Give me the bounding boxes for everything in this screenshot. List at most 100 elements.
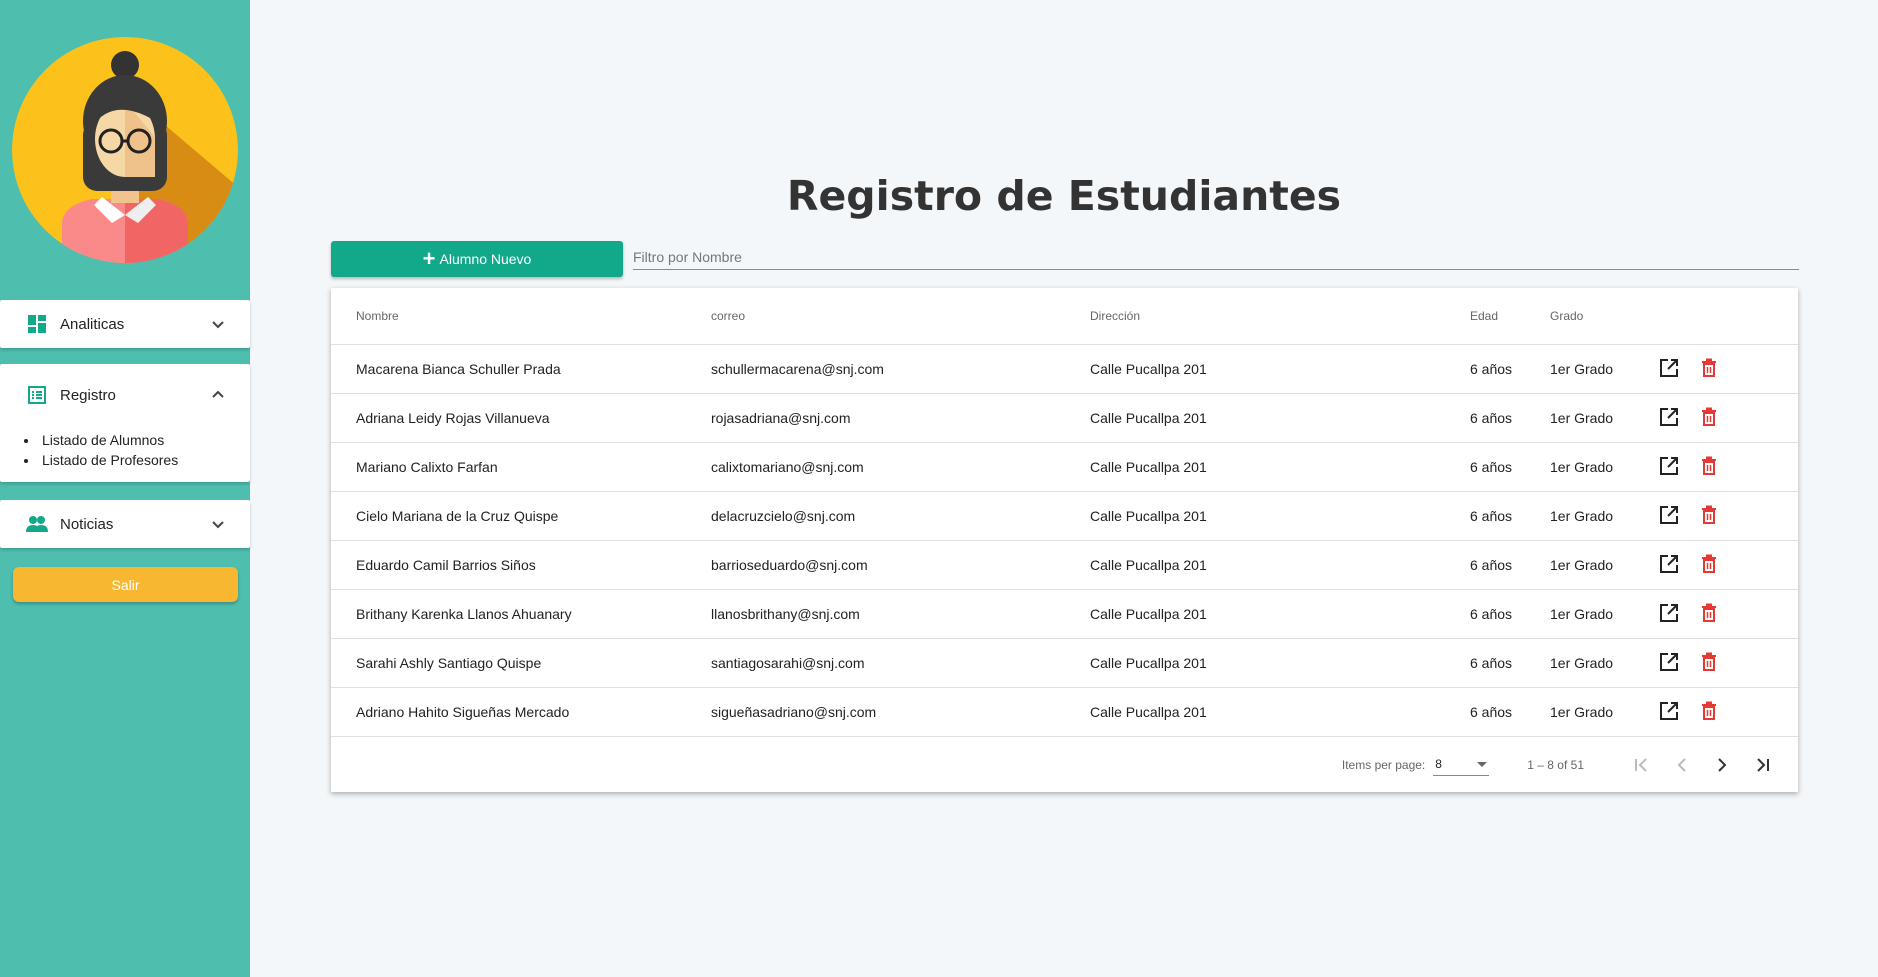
table-row[interactable]: Macarena Bianca Schuller Prada schullerma… [331,344,1798,394]
student-name: Mariano Calixto Farfan [331,442,711,492]
student-name: Adriano Hahito Sigueñas Mercado [331,687,711,737]
column-header-nombre: Nombre [331,288,711,345]
row-actions [1657,442,1798,492]
last-page-icon [1757,757,1769,772]
student-grade: 1er Grado [1550,393,1657,443]
student-address: Calle Pucallpa 201 [1090,393,1470,443]
student-age: 6 años [1470,540,1550,590]
last-page-button[interactable] [1742,745,1782,785]
student-name: Eduardo Camil Barrios Siños [331,540,711,590]
student-email: rojasadriana@snj.com [711,393,1090,443]
actions-group [1657,552,1721,576]
actions-group [1657,405,1721,429]
delete-icon[interactable] [1697,552,1721,576]
page-title: Registro de Estudiantes [786,172,1342,220]
actions-group [1657,699,1721,723]
list-alt-icon [26,384,48,406]
open-in-new-icon[interactable] [1657,552,1681,576]
column-header-grado: Grado [1550,288,1657,345]
delete-icon[interactable] [1697,454,1721,478]
table-row[interactable]: Brithany Karenka Llanos Ahuanary llanosbr… [331,589,1798,639]
table-row[interactable]: Adriana Leidy Rojas Villanueva rojasadria… [331,393,1798,443]
student-name: Brithany Karenka Llanos Ahuanary [331,589,711,639]
chevron-down-icon [210,516,226,532]
chevron-left-icon [1677,757,1686,772]
student-address: Calle Pucallpa 201 [1090,344,1470,394]
sidebar-section-analiticas[interactable]: Analiticas [0,300,250,348]
actions-group [1657,454,1721,478]
analiticas-header[interactable]: Analiticas [0,300,250,348]
open-in-new-icon[interactable] [1657,650,1681,674]
open-in-new-icon[interactable] [1657,601,1681,625]
open-in-new-icon[interactable] [1657,405,1681,429]
student-age: 6 años [1470,491,1550,541]
open-in-new-icon[interactable] [1657,699,1681,723]
student-age: 6 años [1470,442,1550,492]
student-age: 6 años [1470,687,1550,737]
student-address: Calle Pucallpa 201 [1090,540,1470,590]
student-address: Calle Pucallpa 201 [1090,638,1470,688]
student-grade: 1er Grado [1550,540,1657,590]
add-student-label: Alumno Nuevo [439,251,532,267]
table-row[interactable]: Eduardo Camil Barrios Siños barrioseduard… [331,540,1798,590]
student-address: Calle Pucallpa 201 [1090,589,1470,639]
student-email: sigueñasadriano@snj.com [711,687,1090,737]
chevron-right-icon [1718,757,1727,772]
items-per-page-select[interactable]: 8 [1433,754,1490,776]
open-in-new-icon[interactable] [1657,454,1681,478]
student-email: santiagosarahi@snj.com [711,638,1090,688]
student-name: Sarahi Ashly Santiago Quispe [331,638,711,688]
table-header-row: Nombre correo Dirección Edad Grado [331,288,1798,345]
registro-label: Registro [60,386,116,404]
actions-group [1657,356,1721,380]
delete-icon[interactable] [1697,650,1721,674]
registro-header[interactable]: Registro [0,364,250,426]
menu-item-listado-alumnos[interactable]: Listado de Alumnos [24,430,250,450]
sidebar-section-noticias[interactable]: Noticias [0,500,250,548]
students-table-card: Nombre correo Dirección Edad Grado Macar… [331,288,1798,792]
first-page-button[interactable] [1622,745,1662,785]
plus-icon: + [422,246,436,271]
student-age: 6 años [1470,344,1550,394]
delete-icon[interactable] [1697,601,1721,625]
delete-icon[interactable] [1697,699,1721,723]
next-page-button[interactable] [1702,745,1742,785]
student-address: Calle Pucallpa 201 [1090,687,1470,737]
user-avatar [12,37,238,263]
column-header-correo: correo [711,288,1090,345]
people-icon [26,513,48,535]
noticias-header[interactable]: Noticias [0,500,250,548]
student-grade: 1er Grado [1550,344,1657,394]
exit-button[interactable]: Salir [13,567,238,602]
table-row[interactable]: Cielo Mariana de la Cruz Quispe delacruzc… [331,491,1798,541]
delete-icon[interactable] [1697,356,1721,380]
open-in-new-icon[interactable] [1657,356,1681,380]
actions-group [1657,650,1721,674]
items-per-page-label: Items per page: [1341,757,1426,772]
row-actions [1657,540,1798,590]
student-email: llanosbrithany@snj.com [711,589,1090,639]
column-header-edad: Edad [1470,288,1550,345]
name-filter-input[interactable] [633,244,1799,270]
sidebar-section-registro[interactable]: Registro Listado de Alumnos Listado de P… [0,364,250,482]
open-in-new-icon[interactable] [1657,503,1681,527]
actions-group [1657,601,1721,625]
delete-icon[interactable] [1697,405,1721,429]
delete-icon[interactable] [1697,503,1721,527]
student-grade: 1er Grado [1550,687,1657,737]
add-student-button[interactable]: + Alumno Nuevo [331,241,623,277]
menu-item-listado-profesores[interactable]: Listado de Profesores [24,450,250,470]
student-email: schullermacarena@snj.com [711,344,1090,394]
student-name: Macarena Bianca Schuller Prada [331,344,711,394]
previous-page-button[interactable] [1662,745,1702,785]
student-email: barrioseduardo@snj.com [711,540,1090,590]
paginator: Items per page: 8 1 – 8 of 51 [331,737,1798,792]
student-address: Calle Pucallpa 201 [1090,491,1470,541]
table-row[interactable]: Sarahi Ashly Santiago Quispe santiagosara… [331,638,1798,688]
student-age: 6 años [1470,393,1550,443]
row-actions [1657,589,1798,639]
table-row[interactable]: Mariano Calixto Farfan calixtomariano@snj… [331,442,1798,492]
table-row[interactable]: Adriano Hahito Sigueñas Mercado sigueñasa… [331,687,1798,737]
student-grade: 1er Grado [1550,491,1657,541]
row-actions [1657,491,1798,541]
